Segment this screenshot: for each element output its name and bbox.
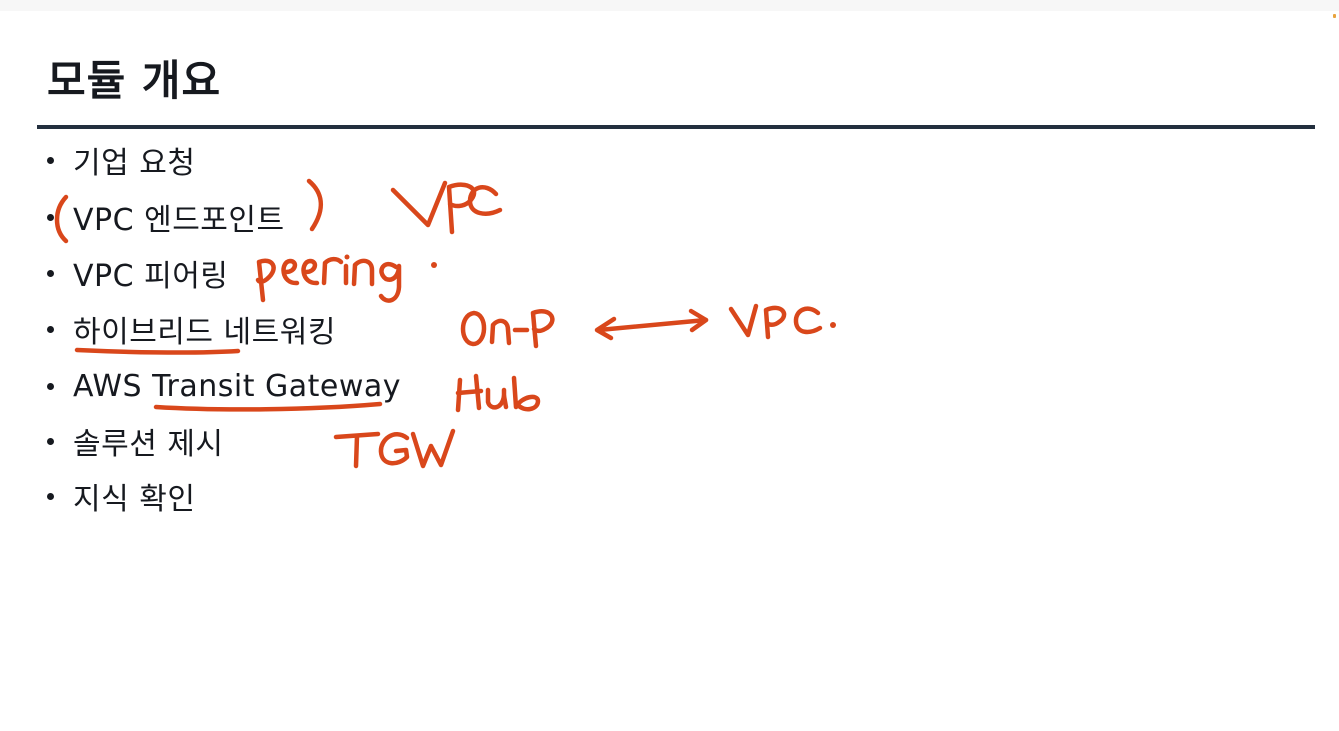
ink-note-peering	[255, 254, 437, 303]
bullet-label: 하이브리드 네트워킹	[73, 315, 336, 350]
bullet-dot	[47, 269, 54, 277]
bullet-label: VPC 피어링	[73, 259, 229, 294]
ink-note-hub	[455, 373, 541, 413]
bullet-dot	[47, 325, 54, 333]
slide-title: 모듈 개요	[47, 56, 222, 105]
bullet-dot	[47, 156, 54, 164]
bullet-dot	[47, 437, 54, 445]
ink-note-tgw	[333, 428, 456, 469]
ink-note-on-p	[460, 309, 555, 349]
bullet-item: 솔루션 제시	[47, 421, 224, 462]
top-strip	[0, 0, 1339, 11]
bullet-item: 지식 확인	[47, 476, 196, 517]
bullet-item: 하이브리드 네트워킹	[47, 309, 336, 350]
bullet-label: 솔루션 제시	[73, 427, 224, 462]
bullet-dot	[47, 213, 54, 221]
bullet-item: AWS Transit Gateway	[47, 366, 401, 406]
ink-close-paren	[306, 178, 323, 232]
ink-double-arrow	[594, 308, 709, 341]
bullet-item: 기업 요청	[47, 140, 196, 181]
bullet-label: VPC 엔드포인트	[73, 203, 285, 238]
ink-note-vpc-dot	[728, 303, 836, 340]
bullet-label: 지식 확인	[73, 482, 196, 517]
bullet-dot	[47, 382, 54, 390]
bullet-item: VPC 피어링	[47, 253, 229, 294]
bullet-item: VPC 엔드포인트	[47, 197, 285, 238]
corner-marker	[1333, 14, 1336, 18]
ink-note-vpc	[390, 180, 503, 235]
title-divider	[37, 125, 1315, 129]
bullet-label: AWS Transit Gateway	[73, 368, 402, 404]
bullet-dot	[47, 492, 54, 500]
bullet-label: 기업 요청	[73, 146, 196, 181]
